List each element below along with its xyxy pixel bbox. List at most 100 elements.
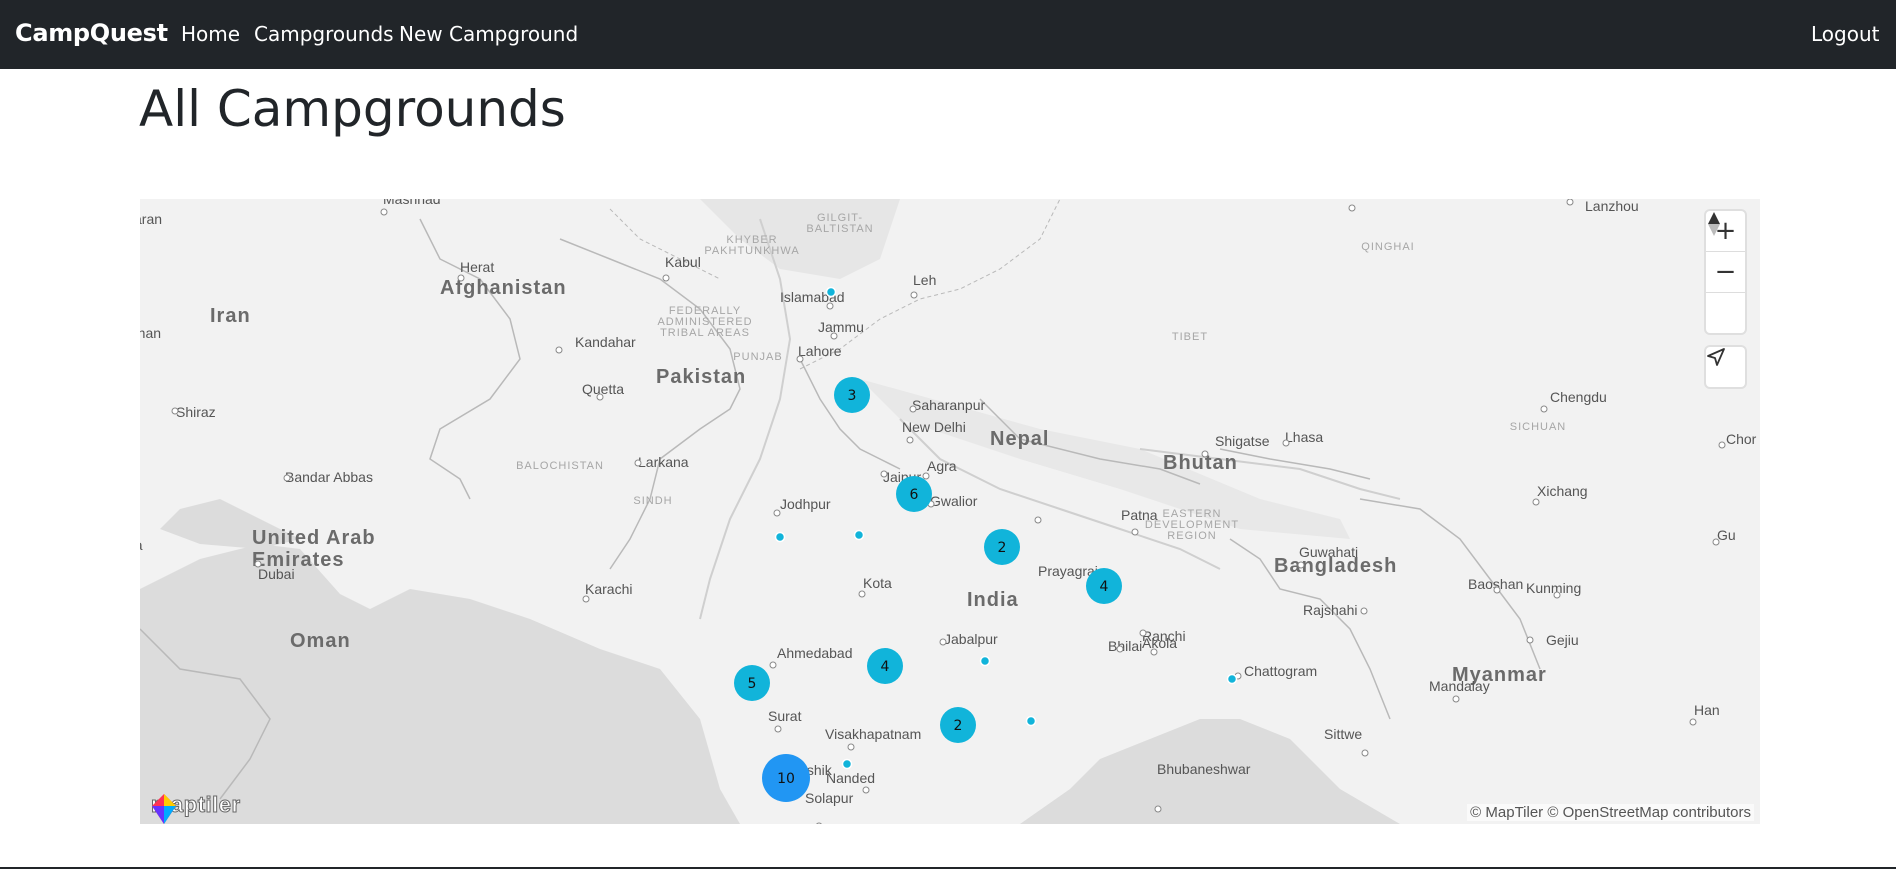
page-title: All Campgrounds	[139, 80, 566, 138]
campground-point[interactable]	[1025, 715, 1037, 727]
city-label: Larkana	[638, 454, 689, 470]
cluster-count: 4	[881, 659, 890, 675]
city-marker	[1360, 607, 1368, 615]
city-label: Bhubaneshwar	[1157, 761, 1251, 777]
city-marker	[1201, 450, 1209, 458]
city-label: Gejiu	[1546, 632, 1579, 648]
cluster-count: 4	[1100, 579, 1109, 595]
nav-campgrounds-link[interactable]: Campgrounds	[254, 22, 394, 46]
campground-point[interactable]	[979, 655, 991, 667]
compass-button[interactable]	[1706, 212, 1745, 333]
map-attribution[interactable]: © MapTiler © OpenStreetMap contributors	[1467, 804, 1754, 821]
cluster-marker[interactable]: 4	[867, 648, 903, 684]
city-marker	[858, 590, 866, 598]
cluster-marker[interactable]: 5	[734, 665, 770, 701]
cluster-marker[interactable]: 6	[896, 476, 932, 512]
cluster-marker[interactable]: 4	[1086, 568, 1122, 604]
city-marker	[1282, 439, 1290, 447]
city-label: Kota	[863, 575, 892, 591]
city-marker	[774, 725, 782, 733]
city-label: Saharanpur	[912, 397, 986, 413]
geolocate-button[interactable]	[1706, 347, 1745, 387]
zoom-out-button[interactable]: −	[1706, 252, 1745, 293]
city-label: Golmud	[1381, 199, 1430, 202]
city-label: Gu	[1717, 527, 1736, 543]
country-label: Iran	[210, 305, 251, 327]
city-label: Chengdu	[1550, 389, 1607, 405]
maptiler-logo[interactable]: maptiler	[148, 792, 241, 824]
city-marker	[1034, 516, 1042, 524]
cluster-marker[interactable]: 2	[940, 707, 976, 743]
city-label: Bandar Abbas	[285, 469, 373, 485]
geolocate-control	[1706, 347, 1745, 387]
city-label: Lanzhou	[1585, 199, 1639, 214]
region-label: SICHUAN	[1510, 421, 1567, 433]
city-label: Quetta	[582, 381, 624, 397]
city-label: Mashhad	[383, 199, 441, 207]
country-label: Pakistan	[656, 366, 746, 388]
cluster-marker[interactable]: 2	[984, 529, 1020, 565]
city-label: Ahmedabad	[777, 645, 853, 661]
city-marker	[1297, 561, 1305, 569]
logout-link[interactable]: Logout	[1811, 22, 1879, 46]
cluster-marker[interactable]: 3	[834, 377, 870, 413]
city-label: Han	[1694, 702, 1720, 718]
city-label: Chattogram	[1244, 663, 1317, 679]
city-marker	[1116, 645, 1124, 653]
nav-home-link[interactable]: Home	[181, 22, 240, 46]
city-label: Gwalior	[930, 493, 978, 509]
cluster-count: 5	[748, 676, 757, 692]
maptiler-logo-icon	[152, 794, 176, 824]
city-label: Rajshahi	[1303, 602, 1357, 618]
cluster-count: 2	[998, 540, 1007, 556]
campground-point[interactable]	[825, 286, 837, 298]
cluster-marker[interactable]: 10	[762, 754, 810, 802]
city-marker	[555, 346, 563, 354]
nav-new-campground-link[interactable]: New Campground	[399, 22, 578, 46]
country-label: United Arab	[252, 527, 376, 549]
campground-point[interactable]	[841, 758, 853, 770]
city-marker	[909, 405, 917, 413]
city-marker	[1526, 636, 1534, 644]
city-label: Lahore	[798, 343, 842, 359]
city-label: Visakhapatnam	[825, 726, 921, 742]
region-label: BALOCHISTAN	[516, 460, 604, 472]
border-line	[1219, 448, 1371, 480]
city-label: Chor	[1726, 431, 1757, 447]
city-label: Akola	[1142, 635, 1177, 651]
city-label: aran	[140, 211, 162, 227]
city-marker	[826, 302, 834, 310]
city-marker	[634, 459, 642, 467]
brand-logo[interactable]: CampQuest	[15, 19, 168, 47]
city-label: Dubai	[258, 566, 295, 582]
campground-point[interactable]	[774, 531, 786, 543]
city-marker	[1566, 199, 1574, 206]
city-marker	[1154, 805, 1162, 813]
city-label: Lhasa	[1285, 429, 1323, 445]
city-marker	[906, 436, 914, 444]
city-marker	[171, 407, 179, 415]
cluster-map[interactable]: Afghanistan Iran Pakistan Nepal Bhutan Bangla…	[140, 199, 1760, 824]
city-marker	[254, 560, 262, 568]
city-marker	[1553, 591, 1561, 599]
campground-point[interactable]	[853, 529, 865, 541]
cluster-count: 2	[954, 718, 963, 734]
border-line	[559, 238, 741, 570]
city-marker	[283, 474, 291, 482]
map-canvas[interactable]: AfghanistanIranPakistanNepalBhutanBangla…	[140, 199, 1760, 824]
city-label: Guwahati	[1299, 544, 1358, 560]
city-marker	[1150, 648, 1158, 656]
city-label: Leh	[913, 272, 936, 288]
region-label: SINDH	[633, 495, 672, 507]
city-marker	[939, 638, 947, 646]
city-label: Surat	[768, 708, 802, 724]
city-marker	[596, 393, 604, 401]
city-label: Kabul	[665, 254, 701, 270]
campground-point[interactable]	[1226, 673, 1238, 685]
city-marker	[1493, 586, 1501, 594]
city-label: Mandalay	[1429, 678, 1490, 694]
city-marker	[922, 472, 930, 480]
region-label: PAKHTUNKHWA	[704, 245, 799, 257]
city-marker	[662, 274, 670, 282]
compass-icon	[1708, 212, 1720, 236]
